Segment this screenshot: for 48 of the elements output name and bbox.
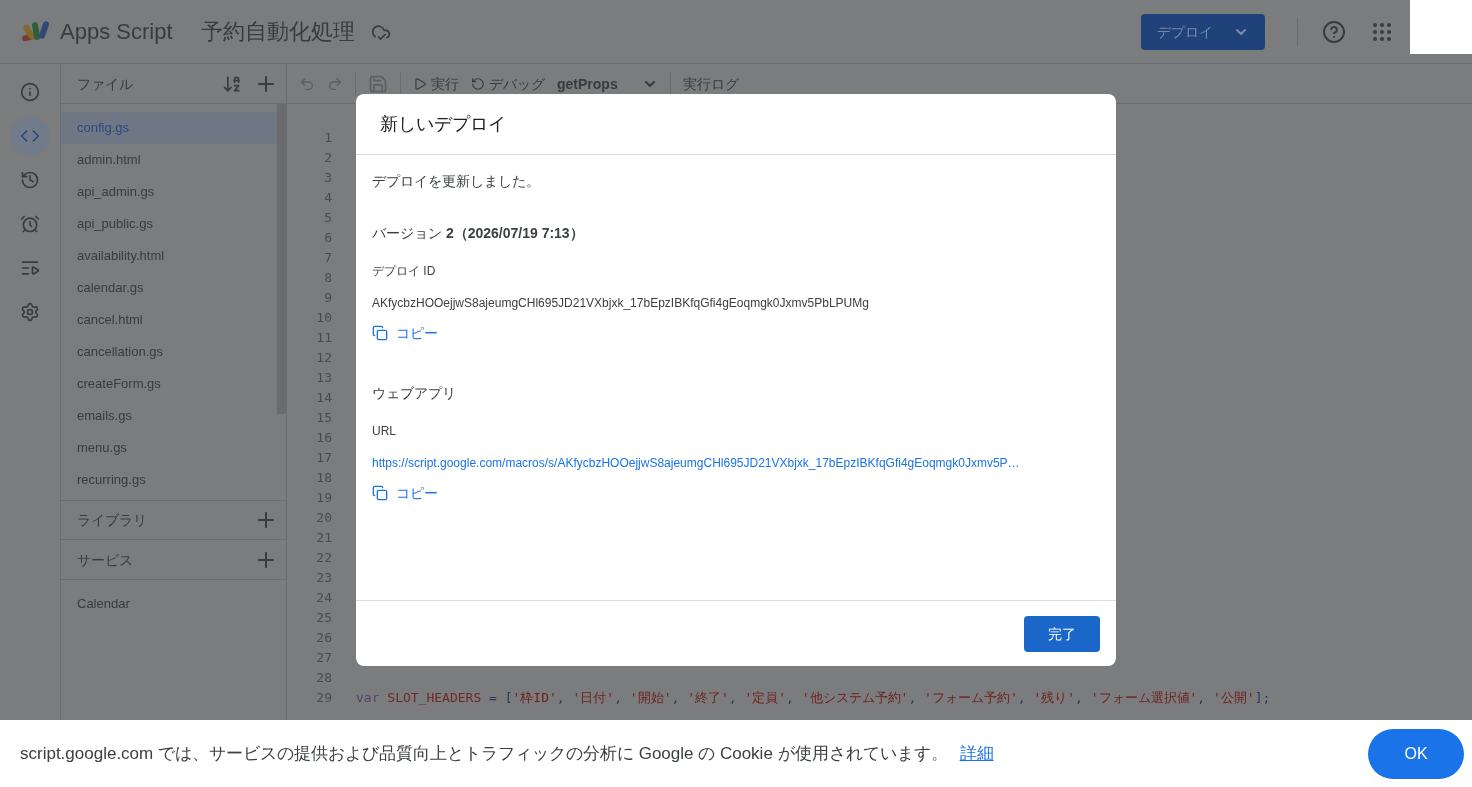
file-item[interactable]: cancel.html bbox=[61, 304, 277, 336]
copy-button[interactable]: コピー bbox=[372, 323, 438, 343]
code-line: var SLOT_HEADERS = ['枠ID', '日付', '開始', '終了', '定員', '他システム予約', 'フォーム予約', '残り', 'フォーム選択値', '公開']; bbox=[356, 689, 1271, 708]
dialog-title: 新しいデプロイ bbox=[380, 113, 506, 136]
file-item[interactable]: availability.html bbox=[61, 240, 277, 272]
function-select[interactable]: getProps bbox=[557, 73, 658, 94]
run-button[interactable]: 実行 bbox=[413, 73, 459, 94]
files-heading: ファイル bbox=[77, 74, 134, 94]
file-item[interactable]: createForm.gs bbox=[61, 368, 277, 400]
save-icon[interactable] bbox=[368, 73, 388, 94]
play-icon bbox=[413, 76, 427, 91]
web-app-url-link[interactable]: https://script.google.com/macros/s/AKfycbzHOOejjwS8ajeumgCHl695JD21VXbjxk_17bEpzIBKfqGfi4gEoqmgk0Jxmv5P… bbox=[372, 455, 1100, 471]
web-app-heading: ウェブアプリ bbox=[372, 384, 457, 403]
copy-button[interactable]: コピー bbox=[372, 483, 438, 503]
copy-icon bbox=[372, 325, 388, 341]
copy-icon bbox=[372, 485, 388, 501]
ok-button[interactable]: OK bbox=[1368, 728, 1464, 779]
success-message: デプロイを更新しました。 bbox=[372, 172, 541, 191]
services-heading: サービス bbox=[77, 550, 134, 570]
file-item[interactable]: emails.gs bbox=[61, 400, 277, 432]
execution-log-button[interactable]: 実行ログ bbox=[682, 73, 739, 94]
debug-icon bbox=[471, 76, 485, 91]
file-item[interactable]: recurring.gs bbox=[61, 464, 277, 496]
code-icon[interactable] bbox=[10, 116, 50, 156]
file-item[interactable]: cancellation.gs bbox=[61, 336, 277, 368]
deploy-button[interactable]: デプロイ bbox=[1141, 13, 1265, 50]
deploy-id-value: AKfycbzHOOejjwS8ajeumgCHl695JD21VXbjxk_17bEpzIBKfqGfi4gEoqmgk0Jxmv5PbLPUMg bbox=[372, 295, 870, 311]
scrollbar-thumb[interactable] bbox=[277, 104, 286, 414]
details-link[interactable]: 詳細 bbox=[959, 740, 994, 767]
debug-button[interactable]: デバッグ bbox=[471, 73, 545, 94]
help-icon[interactable] bbox=[1322, 19, 1346, 44]
redo-icon[interactable] bbox=[327, 75, 343, 92]
url-label: URL bbox=[372, 423, 397, 439]
file-item[interactable]: config.gs bbox=[61, 112, 277, 144]
deploy-id-label: デプロイ ID bbox=[372, 263, 437, 279]
version-text: バージョン 2（2026/07/19 7:13） bbox=[372, 224, 585, 243]
file-item[interactable]: menu.gs bbox=[61, 432, 277, 464]
undo-icon[interactable] bbox=[299, 75, 315, 92]
file-item[interactable]: admin.html bbox=[61, 144, 277, 176]
file-item[interactable]: api_admin.gs bbox=[61, 176, 277, 208]
service-item[interactable]: Calendar bbox=[61, 580, 286, 628]
app-name: Apps Script bbox=[60, 18, 173, 46]
project-title[interactable]: 予約自動化処理 bbox=[200, 15, 355, 48]
done-button[interactable]: 完了 bbox=[1024, 615, 1100, 652]
cookie-message: script.google.com では、サービスの提供および品質向上とトラフィックの分析に Google の Cookie が使用されています。 bbox=[20, 742, 948, 765]
libraries-heading: ライブラリ bbox=[77, 511, 148, 530]
file-item[interactable]: calendar.gs bbox=[61, 272, 277, 304]
file-item[interactable]: api_public.gs bbox=[61, 208, 277, 240]
